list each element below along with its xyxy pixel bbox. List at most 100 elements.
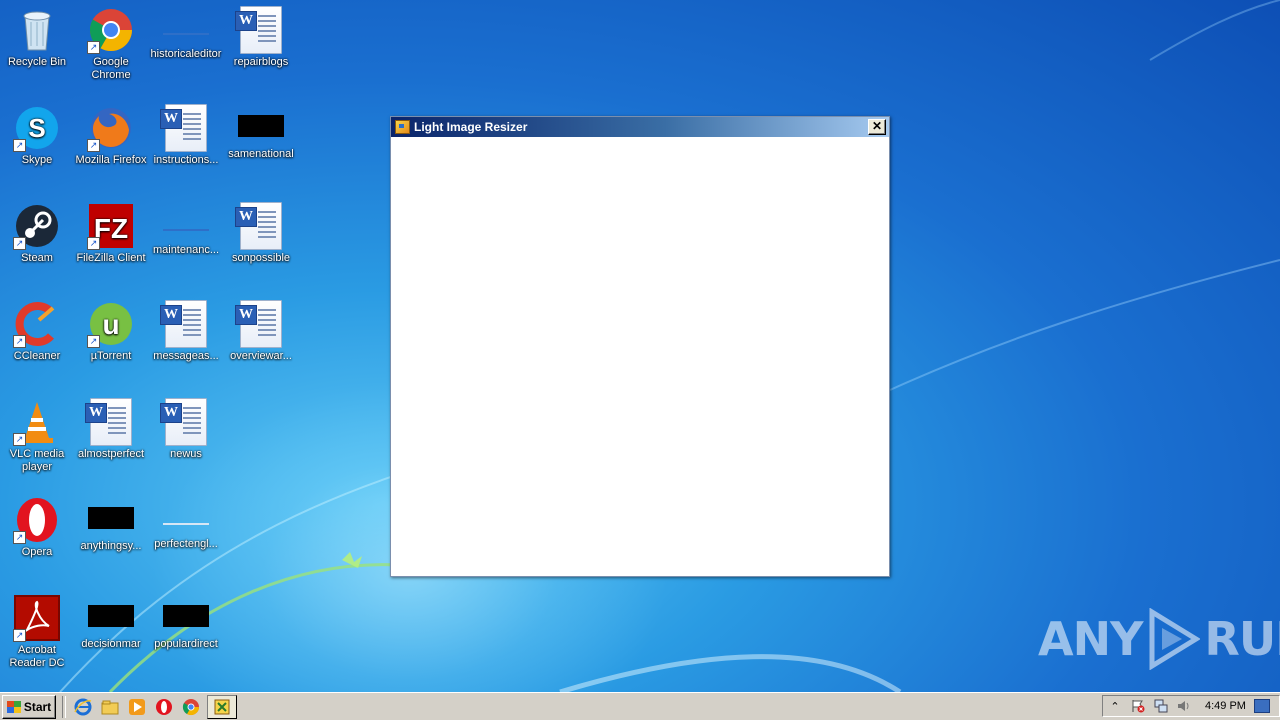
desktop-icon-label: µTorrent (90, 350, 132, 362)
desktop-icon-repairblogs[interactable]: W repairblogs (224, 0, 298, 69)
chrome-icon: ↗ (87, 6, 135, 54)
shortcut-arrow-icon: ↗ (13, 531, 26, 544)
file-thumbnail-icon (163, 605, 209, 627)
word-document-icon: W (235, 202, 285, 250)
desktop-icon-almostperfect[interactable]: W almostperfect (74, 392, 148, 461)
desktop-icon-vlc[interactable]: ↗ VLC media player (0, 392, 74, 474)
watermark-text-right: RUN (1204, 612, 1280, 666)
desktop-icon-maintenanc[interactable]: maintenanc... (149, 196, 223, 257)
network-icon[interactable] (1153, 698, 1169, 714)
desktop-icon-skype[interactable]: S ↗ Skype (0, 98, 74, 167)
shortcut-arrow-icon: ↗ (13, 335, 26, 348)
start-button[interactable]: Start (2, 694, 56, 719)
desktop-icon-populardirect[interactable]: populardirect (149, 588, 223, 651)
file-thumbnail-icon (88, 605, 134, 627)
recycle-bin-icon (13, 6, 61, 54)
opera-icon: ↗ (13, 496, 61, 544)
desktop-icon-label: messageas... (153, 350, 219, 362)
ccleaner-icon: ↗ (13, 300, 61, 348)
desktop-icon-decisionmar[interactable]: decisionmar (74, 588, 148, 651)
show-desktop-icon[interactable] (1253, 699, 1270, 713)
file-explorer-icon[interactable] (99, 696, 121, 718)
action-center-flag-icon[interactable] (1130, 698, 1146, 714)
file-thumbnail-icon (238, 115, 284, 137)
window-titlebar[interactable]: Light Image Resizer ✕ (391, 117, 889, 137)
steam-icon: ↗ (13, 202, 61, 250)
desktop-icon-label: sonpossible (231, 252, 291, 264)
anyrun-watermark: ANY RUN (1038, 608, 1280, 670)
shortcut-arrow-icon: ↗ (87, 139, 100, 152)
volume-icon[interactable] (1176, 698, 1192, 714)
shortcut-arrow-icon: ↗ (13, 629, 26, 642)
desktop-icon-steam[interactable]: ↗ Steam (0, 196, 74, 265)
taskbar: Start ⌃ 4:49 PM (0, 692, 1280, 720)
word-document-icon: W (235, 300, 285, 348)
desktop-icon-opera[interactable]: ↗ Opera (0, 490, 74, 559)
desktop-icon-ccleaner[interactable]: ↗ CCleaner (0, 294, 74, 363)
shortcut-arrow-icon: ↗ (87, 335, 100, 348)
word-document-icon: W (160, 104, 210, 152)
desktop-icon-label: overviewar... (230, 350, 292, 362)
skype-icon: S ↗ (13, 104, 61, 152)
file-thumbnail-icon (163, 33, 209, 35)
light-image-resizer-taskbar-button[interactable] (207, 694, 237, 719)
light-image-resizer-app-icon (395, 120, 410, 134)
svg-text:u: u (102, 309, 119, 340)
desktop-icon-label: historicaleditor (150, 48, 222, 60)
desktop-icon-sonpossible[interactable]: W sonpossible (224, 196, 298, 265)
desktop-icon-samenational[interactable]: samenational (224, 98, 298, 161)
acrobat-icon: ↗ (13, 594, 61, 642)
desktop-icon-label: CCleaner (13, 350, 61, 362)
desktop-icon-messageas[interactable]: W messageas... (149, 294, 223, 363)
internet-explorer-icon[interactable] (72, 696, 94, 718)
desktop-icon-instructions[interactable]: W instructions... (149, 98, 223, 167)
svg-text:S: S (28, 113, 45, 143)
watermark-text-left: ANY (1038, 612, 1143, 666)
desktop-icon-acrobat[interactable]: ↗ Acrobat Reader DC (0, 588, 74, 670)
file-thumbnail-icon (88, 507, 134, 529)
shortcut-arrow-icon: ↗ (13, 433, 26, 446)
desktop-icon-label: perfectengl... (154, 538, 218, 550)
window-title: Light Image Resizer (414, 120, 528, 134)
desktop-icon-label: almostperfect (77, 448, 145, 460)
filezilla-icon: FZ ↗ (87, 202, 135, 250)
word-document-icon: W (235, 6, 285, 54)
desktop-icon-label: FileZilla Client (76, 252, 146, 264)
desktop-icon-anythingsy[interactable]: anythingsy... (74, 490, 148, 553)
desktop-icon-firefox[interactable]: ↗ Mozilla Firefox (74, 98, 148, 167)
file-thumbnail-icon (163, 523, 209, 525)
desktop-icon-label: populardirect (154, 638, 218, 650)
vlc-cone-icon: ↗ (13, 398, 61, 446)
desktop-icon-label: decisionmar (81, 638, 141, 650)
taskbar-clock[interactable]: 4:49 PM (1205, 700, 1246, 712)
shortcut-arrow-icon: ↗ (13, 139, 26, 152)
desktop-icon-label: repairblogs (233, 56, 289, 68)
desktop-icon-label: Opera (21, 546, 53, 558)
desktop-icon-label: anythingsy... (80, 540, 142, 552)
system-tray: ⌃ 4:49 PM (1102, 695, 1280, 717)
desktop-icon-label: Google Chrome (91, 56, 131, 81)
word-document-icon: W (160, 398, 210, 446)
start-label: Start (23, 699, 52, 714)
desktop-icon-chrome[interactable]: ↗ Google Chrome (74, 0, 148, 82)
desktop-icon-overviewar[interactable]: W overviewar... (224, 294, 298, 363)
word-document-icon: W (160, 300, 210, 348)
desktop-icon-perfectengl[interactable]: perfectengl... (149, 490, 223, 551)
opera-taskbar-icon[interactable] (153, 696, 175, 718)
light-image-resizer-window[interactable]: Light Image Resizer ✕ (390, 116, 890, 577)
window-close-button[interactable]: ✕ (868, 119, 886, 135)
firefox-icon: ↗ (87, 104, 135, 152)
desktop-icon-historicaleditor[interactable]: historicaleditor (149, 0, 223, 61)
desktop-icon-label: samenational (228, 148, 294, 160)
desktop-icon-filezilla[interactable]: FZ ↗ FileZilla Client (74, 196, 148, 265)
desktop-icon-recycle-bin[interactable]: Recycle Bin (0, 0, 74, 69)
desktop-icon-utorrent[interactable]: u ↗ µTorrent (74, 294, 148, 363)
desktop-icon-label: maintenanc... (152, 244, 220, 256)
desktop-icon-newus[interactable]: W newus (149, 392, 223, 461)
chrome-taskbar-icon[interactable] (180, 696, 202, 718)
desktop-icon-label: Recycle Bin (7, 56, 67, 68)
tray-expand-button[interactable]: ⌃ (1107, 698, 1123, 714)
shortcut-arrow-icon: ↗ (87, 237, 100, 250)
desktop-icon-label: VLC media player (9, 448, 65, 473)
media-player-icon[interactable] (126, 696, 148, 718)
